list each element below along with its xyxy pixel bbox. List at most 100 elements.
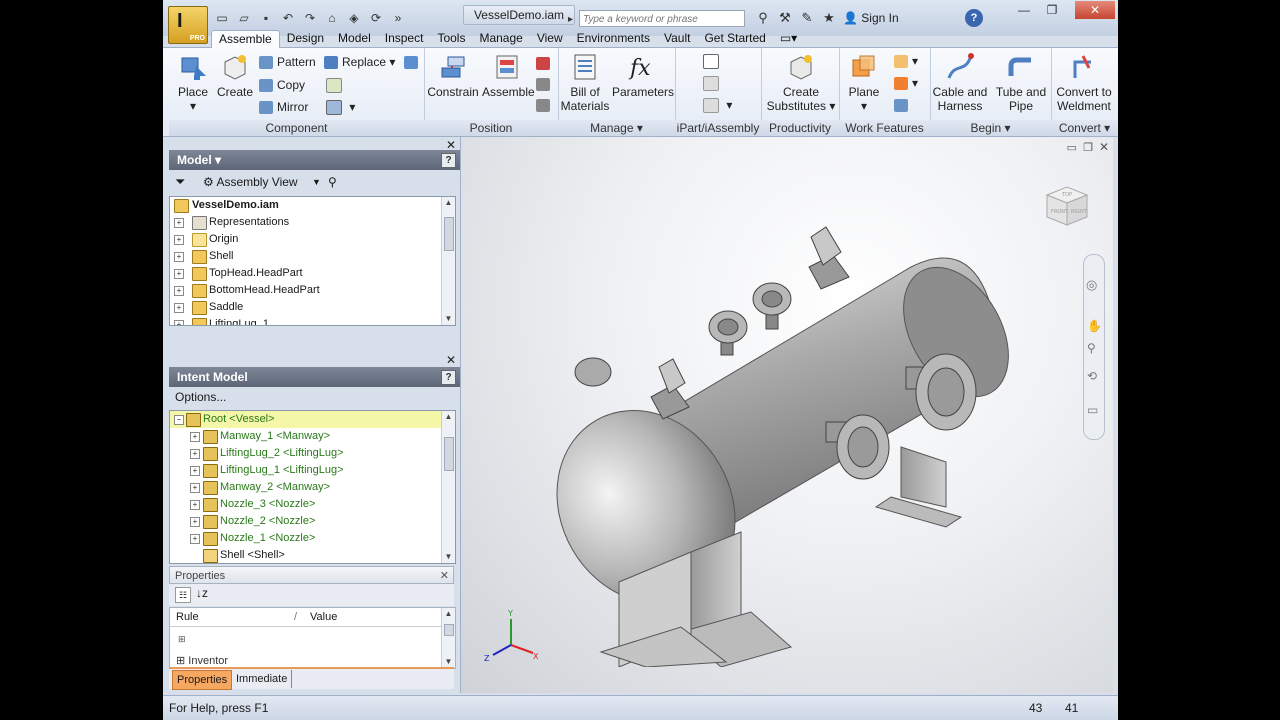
joint-button[interactable] — [536, 54, 554, 72]
tab-view[interactable]: View — [530, 30, 570, 47]
search-input[interactable]: Type a keyword or phrase — [568, 10, 745, 28]
place-button[interactable]: Place ▾ — [173, 52, 213, 113]
scroll-down-icon[interactable]: ▼ — [442, 313, 455, 325]
expand-icon[interactable]: + — [174, 218, 184, 228]
tab-vault[interactable]: Vault — [657, 30, 697, 47]
tab-get-started[interactable]: Get Started — [697, 30, 772, 47]
scroll-thumb[interactable] — [444, 437, 454, 471]
parameters-button[interactable]: fx Parameters — [612, 52, 674, 99]
tree-root[interactable]: VesselDemo.iam — [170, 197, 455, 214]
expand-icon[interactable]: + — [190, 500, 200, 510]
replace-button[interactable]: Replace ▾ — [324, 53, 395, 71]
expand-icon[interactable]: + — [190, 517, 200, 527]
viewport-minimize-icon[interactable]: ▭ — [1067, 141, 1077, 154]
expand-icon[interactable]: + — [174, 235, 184, 245]
sign-in-button[interactable]: 👤 Sign In — [843, 11, 899, 25]
tree-row[interactable]: + BottomHead.HeadPart — [170, 282, 455, 299]
subscription-icon[interactable]: ⚒ — [777, 10, 793, 26]
mirror-button[interactable]: Mirror — [259, 98, 308, 116]
tab-environments[interactable]: Environments — [570, 30, 657, 47]
expand-icon[interactable]: + — [190, 449, 200, 459]
tree-row[interactable]: + Saddle — [170, 299, 455, 316]
intent-tree-scrollbar[interactable]: ▲ ▼ — [441, 411, 455, 563]
maximize-button[interactable]: ❐ — [1039, 1, 1065, 19]
more-icon[interactable]: » — [389, 10, 407, 26]
zoom-icon[interactable]: ⚲ — [1087, 341, 1096, 355]
find-icon[interactable]: ⚲ — [328, 171, 337, 193]
expand-icon[interactable]: + — [190, 432, 200, 442]
ipart-info-button[interactable] — [703, 52, 723, 70]
intent-panel-header[interactable]: Intent Model ? — [169, 367, 460, 387]
cable-and-harness-button[interactable]: Cable and Harness — [930, 52, 990, 113]
expand-icon[interactable]: ⊞ — [178, 634, 186, 645]
tab-inspect[interactable]: Inspect — [378, 30, 431, 47]
rotate-button[interactable] — [536, 96, 554, 114]
intent-row[interactable]: + LiftingLug_2 <LiftingLug> — [170, 445, 455, 462]
tab-design[interactable]: Design — [280, 30, 331, 47]
intent-row[interactable]: + Manway_2 <Manway> — [170, 479, 455, 496]
scroll-up-icon[interactable]: ▲ — [442, 608, 455, 620]
expand-icon[interactable]: + — [190, 466, 200, 476]
tree-row[interactable]: + TopHead.HeadPart — [170, 265, 455, 282]
grip-snap-button[interactable]: ▾ — [326, 98, 355, 116]
favorites-icon[interactable]: ★ — [821, 10, 837, 26]
options-link[interactable]: Options... — [175, 389, 226, 405]
tab-tools[interactable]: Tools — [430, 30, 472, 47]
scroll-thumb[interactable] — [444, 217, 454, 251]
collapse-icon[interactable]: − — [174, 415, 184, 425]
tab-immediate[interactable]: Immediate — [232, 670, 293, 688]
ucs-button[interactable] — [894, 96, 912, 114]
intent-row[interactable]: + Nozzle_1 <Nozzle> — [170, 530, 455, 547]
pattern-button[interactable]: Pattern — [259, 53, 316, 71]
application-menu-button[interactable]: I PRO — [168, 6, 208, 44]
expand-icon[interactable]: + — [174, 303, 184, 313]
tab-model[interactable]: Model — [331, 30, 378, 47]
tab-manage[interactable]: Manage — [472, 30, 529, 47]
point-button[interactable]: ▾ — [894, 74, 918, 92]
intent-help-icon[interactable]: ? — [441, 370, 456, 385]
model-help-icon[interactable]: ? — [441, 153, 456, 168]
ipart-edit-button[interactable]: ▾ — [703, 96, 732, 114]
expand-icon[interactable]: + — [190, 534, 200, 544]
minimize-button[interactable]: — — [1011, 1, 1037, 19]
copy-button[interactable]: Copy — [259, 76, 305, 94]
expand-icon[interactable]: + — [174, 269, 184, 279]
tube-and-pipe-button[interactable]: Tube and Pipe — [992, 52, 1050, 113]
intent-close-icon[interactable]: ✕ — [446, 353, 456, 367]
help-icon[interactable]: ? — [965, 9, 983, 27]
inventor-group[interactable]: ⊞ Inventor — [176, 654, 228, 667]
view-dropdown-arrow[interactable]: ▼ — [312, 171, 321, 193]
intent-row[interactable]: Shell <Shell> — [170, 547, 455, 563]
select-icon[interactable]: ◈ — [345, 10, 363, 26]
edit-component-button[interactable] — [326, 76, 346, 94]
return-icon[interactable]: ⌂ — [323, 10, 341, 26]
viewcube[interactable]: FRONT RIGHT TOP — [1037, 177, 1093, 233]
expand-icon[interactable]: + — [190, 483, 200, 493]
viewport-close-icon[interactable]: ✕ — [1099, 140, 1109, 154]
scroll-thumb[interactable] — [444, 624, 454, 636]
binoculars-icon[interactable]: ⚲ — [755, 10, 771, 26]
scroll-up-icon[interactable]: ▲ — [442, 197, 455, 209]
close-button[interactable]: ✕ — [1075, 1, 1115, 19]
model-panel-header[interactable]: Model ▾ ? — [169, 150, 460, 170]
create-button[interactable]: Create — [215, 52, 255, 99]
scroll-down-icon[interactable]: ▼ — [442, 551, 455, 563]
properties-scrollbar[interactable]: ▲ ▼ — [441, 608, 455, 668]
expand-icon[interactable]: + — [174, 252, 184, 262]
steering-wheel-icon[interactable]: ◎ — [1086, 277, 1097, 293]
graphics-viewport[interactable]: ▭ ❐ ✕ FRONT RIGHT TOP ◎ ✋ ⚲ ⟲ ▭ Y X Z — [460, 137, 1113, 693]
ribbon-options-icon[interactable]: ▭▾ — [773, 30, 804, 47]
bill-of-materials-button[interactable]: Bill of Materials — [560, 52, 610, 113]
model-tree-scrollbar[interactable]: ▲ ▼ — [441, 197, 455, 325]
intent-root[interactable]: − Root <Vessel> — [170, 411, 455, 428]
redo-icon[interactable]: ↷ — [301, 10, 319, 26]
properties-close-icon[interactable]: ✕ — [440, 567, 449, 585]
sort-az-icon[interactable]: ↓z — [196, 586, 208, 600]
tab-properties[interactable]: Properties — [172, 670, 233, 690]
intent-row[interactable]: + Nozzle_3 <Nozzle> — [170, 496, 455, 513]
intent-row[interactable]: + LiftingLug_1 <LiftingLug> — [170, 462, 455, 479]
orbit-icon[interactable]: ⟲ — [1087, 369, 1097, 383]
assemble-button[interactable]: Assemble — [482, 52, 535, 99]
new-icon[interactable]: ▭ — [213, 10, 231, 26]
tree-row[interactable]: + Origin — [170, 231, 455, 248]
